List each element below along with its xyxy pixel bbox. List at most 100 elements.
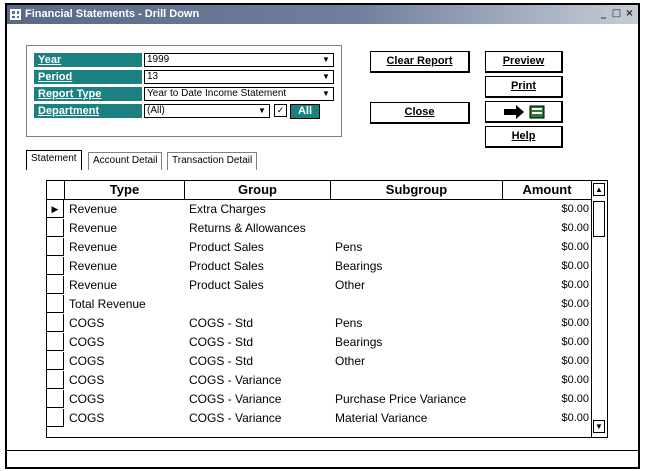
table-row[interactable]: COGS COGS - Std Other $0.00: [47, 352, 592, 370]
table-row[interactable]: COGS COGS - Variance Material Variance $0.0…: [47, 409, 592, 427]
period-select[interactable]: 13 ▼: [144, 70, 334, 84]
row-selector[interactable]: [47, 352, 64, 370]
table-row[interactable]: Revenue Product Sales Other $0.00: [47, 276, 592, 294]
tab-transaction-detail[interactable]: Transaction Detail: [167, 152, 258, 170]
tab-account-detail[interactable]: Account Detail: [88, 152, 163, 170]
cell-amount[interactable]: $0.00: [561, 409, 589, 427]
column-header-type[interactable]: Type: [65, 181, 185, 199]
cell-group[interactable]: COGS - Variance: [189, 409, 281, 427]
cell-amount[interactable]: $0.00: [561, 352, 589, 370]
row-selector[interactable]: [47, 390, 64, 408]
table-row[interactable]: COGS COGS - Std Bearings $0.00: [47, 333, 592, 351]
cell-amount[interactable]: $0.00: [561, 390, 589, 408]
cell-subgroup[interactable]: Material Variance: [335, 409, 427, 427]
chevron-down-icon[interactable]: ▼: [256, 105, 268, 118]
row-selector[interactable]: [47, 257, 64, 275]
cell-type[interactable]: COGS: [69, 409, 104, 427]
period-value: 13: [147, 71, 159, 82]
cell-subgroup[interactable]: Bearings: [335, 257, 382, 275]
cell-subgroup[interactable]: Bearings: [335, 333, 382, 351]
cell-group[interactable]: COGS - Std: [189, 333, 253, 351]
cell-amount[interactable]: $0.00: [561, 276, 589, 294]
clear-report-button[interactable]: Clear Report: [370, 51, 470, 73]
help-button[interactable]: Help: [485, 126, 563, 148]
cell-group[interactable]: Product Sales: [189, 257, 264, 275]
scroll-down-icon[interactable]: ▼: [593, 420, 605, 433]
cell-type[interactable]: Revenue: [69, 219, 117, 237]
cell-amount[interactable]: $0.00: [561, 371, 589, 389]
cell-type[interactable]: COGS: [69, 371, 104, 389]
cell-type[interactable]: Revenue: [69, 276, 117, 294]
cell-subgroup[interactable]: Other: [335, 352, 365, 370]
row-selector[interactable]: [47, 409, 64, 427]
title-bar[interactable]: Financial Statements - Drill Down _ □ ×: [7, 5, 638, 24]
department-select[interactable]: (All) ▼: [144, 104, 270, 118]
preview-button[interactable]: Preview: [485, 51, 563, 73]
cell-type[interactable]: COGS: [69, 333, 104, 351]
column-header-group[interactable]: Group: [185, 181, 331, 199]
cell-group[interactable]: Returns & Allowances: [189, 219, 306, 237]
cell-group[interactable]: COGS - Std: [189, 352, 253, 370]
table-row[interactable]: Revenue Returns & Allowances $0.00: [47, 219, 592, 237]
close-icon[interactable]: ×: [623, 8, 636, 21]
export-button[interactable]: [485, 101, 563, 123]
cell-group[interactable]: Extra Charges: [189, 200, 266, 218]
cell-amount[interactable]: $0.00: [561, 200, 589, 218]
cell-amount[interactable]: $0.00: [561, 295, 589, 313]
cell-group[interactable]: COGS - Variance: [189, 371, 281, 389]
table-row[interactable]: Revenue Product Sales Pens $0.00: [47, 238, 592, 256]
minimize-icon[interactable]: _: [597, 8, 610, 21]
row-selector[interactable]: [47, 238, 64, 256]
cell-group[interactable]: Product Sales: [189, 238, 264, 256]
print-button[interactable]: Print: [485, 76, 563, 98]
table-row[interactable]: Revenue Product Sales Bearings $0.00: [47, 257, 592, 275]
cell-type[interactable]: COGS: [69, 314, 104, 332]
column-header-amount[interactable]: Amount: [503, 181, 592, 199]
cell-type[interactable]: COGS: [69, 352, 104, 370]
period-label: Period: [34, 70, 142, 84]
cell-group[interactable]: COGS - Variance: [189, 390, 281, 408]
cell-amount[interactable]: $0.00: [561, 219, 589, 237]
close-button[interactable]: Close: [370, 102, 470, 124]
all-departments-button[interactable]: All: [290, 104, 320, 119]
chevron-down-icon[interactable]: ▼: [320, 71, 332, 84]
cell-type[interactable]: Revenue: [69, 200, 117, 218]
cell-type[interactable]: COGS: [69, 390, 104, 408]
table-row[interactable]: Total Revenue $0.00: [47, 295, 592, 313]
column-header-subgroup[interactable]: Subgroup: [331, 181, 503, 199]
report-type-select[interactable]: Year to Date Income Statement ▼: [144, 87, 334, 101]
cell-subgroup[interactable]: Pens: [335, 238, 362, 256]
current-record-icon[interactable]: ▶: [47, 200, 64, 218]
tab-statement[interactable]: Statement: [26, 150, 82, 170]
cell-amount[interactable]: $0.00: [561, 238, 589, 256]
cell-type[interactable]: Total Revenue: [69, 295, 146, 313]
chevron-down-icon[interactable]: ▼: [320, 88, 332, 101]
row-selector[interactable]: [47, 276, 64, 294]
maximize-icon[interactable]: □: [610, 8, 623, 21]
cell-subgroup[interactable]: Purchase Price Variance: [335, 390, 466, 408]
scroll-up-icon[interactable]: ▲: [593, 183, 605, 196]
table-row[interactable]: COGS COGS - Variance $0.00: [47, 371, 592, 389]
cell-group[interactable]: Product Sales: [189, 276, 264, 294]
chevron-down-icon[interactable]: ▼: [320, 54, 332, 67]
cell-amount[interactable]: $0.00: [561, 257, 589, 275]
cell-group[interactable]: COGS - Std: [189, 314, 253, 332]
table-row[interactable]: COGS COGS - Std Pens $0.00: [47, 314, 592, 332]
scroll-thumb[interactable]: [593, 201, 605, 237]
table-row[interactable]: COGS COGS - Variance Purchase Price Varian…: [47, 390, 592, 408]
cell-amount[interactable]: $0.00: [561, 314, 589, 332]
row-selector[interactable]: [47, 219, 64, 237]
row-selector[interactable]: [47, 295, 64, 313]
year-select[interactable]: 1999 ▼: [144, 53, 334, 67]
row-selector[interactable]: [47, 333, 64, 351]
cell-amount[interactable]: $0.00: [561, 333, 589, 351]
cell-subgroup[interactable]: Pens: [335, 314, 362, 332]
row-selector[interactable]: [47, 314, 64, 332]
cell-subgroup[interactable]: Other: [335, 276, 365, 294]
vertical-scrollbar[interactable]: ▲ ▼: [591, 181, 607, 437]
row-selector[interactable]: [47, 371, 64, 389]
cell-type[interactable]: Revenue: [69, 238, 117, 256]
table-row[interactable]: ▶ Revenue Extra Charges $0.00: [47, 200, 592, 218]
all-departments-checkbox[interactable]: ✓: [274, 104, 287, 117]
cell-type[interactable]: Revenue: [69, 257, 117, 275]
